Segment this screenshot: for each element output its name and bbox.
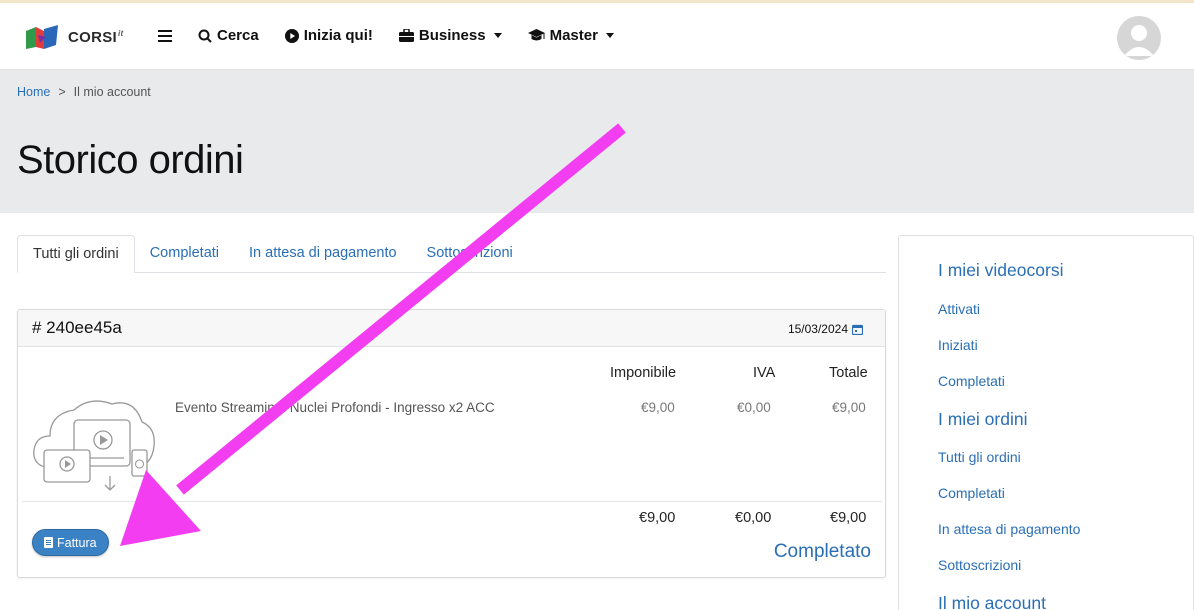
tab-in-attesa-di-pagamento[interactable]: In attesa di pagamento [234,235,412,273]
order-item-totale: €9,00 [832,400,866,415]
sidebar-heading-videocorsi[interactable]: I miei videocorsi [938,260,1063,281]
document-icon [44,537,53,548]
briefcase-icon [398,29,414,42]
sidebar-link-sottoscrizioni[interactable]: Sottoscrizioni [938,557,1021,573]
order-card-header: # 240ee45a 15/03/2024 [18,310,885,347]
account-sidebar: I miei videocorsi Attivati Iniziati Comp… [898,235,1194,610]
invoice-button[interactable]: Fattura [32,529,109,556]
order-item-iva: €0,00 [737,400,771,415]
nav-item-business[interactable]: Business [398,27,502,44]
order-id: # 240ee45a [32,318,122,337]
total-iva: €0,00 [735,510,772,526]
sidebar-link-videocorsi-completati[interactable]: Completati [938,373,1005,389]
sidebar-link-in-attesa-di-pagamento[interactable]: In attesa di pagamento [938,521,1080,537]
nav-item-master[interactable]: Master [527,27,614,44]
page-title: Storico ordini [17,138,244,182]
hamburger-icon [158,29,172,42]
nav-item-label: Business [418,27,486,44]
video-course-thumbnail-icon [33,400,155,491]
page-header: Home > Il mio account Storico ordini [0,70,1194,213]
logo-icon [26,25,58,49]
play-circle-icon [284,28,299,43]
user-avatar[interactable] [1117,16,1161,60]
column-header-totale: Totale [829,365,868,381]
column-header-iva: IVA [753,365,776,381]
tab-completati[interactable]: Completati [135,235,234,273]
nav-item-label: Cerca [217,27,259,44]
nav-item-label: Master [549,27,598,44]
brand-logo[interactable]: CORSIit [24,23,124,51]
order-date-text: 15/03/2024 [787,322,848,336]
sidebar-link-iniziati[interactable]: Iniziati [938,337,978,353]
breadcrumb: Home > Il mio account [17,85,151,99]
nav-menu: Cerca Inizia qui! Business Master [158,27,640,44]
tab-sottoscrizioni[interactable]: Sottoscrizioni [412,235,528,273]
nav-item-label: Inizia qui! [303,27,373,44]
tab-tutti-gli-ordini[interactable]: Tutti gli ordini [17,235,135,273]
order-status: Completato [773,541,871,562]
divider [22,501,882,502]
brand-name: CORSIit [68,28,124,46]
column-header-imponibile: Imponibile [610,365,677,381]
navbar: CORSIit Cerca Inizia qui! Business Maste… [0,3,1194,70]
sidebar-heading-account[interactable]: Il mio account [938,593,1046,610]
calendar-icon [852,324,863,335]
total-imponibile: €9,00 [639,510,676,526]
graduation-cap-icon [527,29,545,41]
sidebar-heading-ordini[interactable]: I miei ordini [938,409,1027,430]
search-icon [198,29,212,43]
order-item-imponibile: €9,00 [641,400,675,415]
breadcrumb-current: Il mio account [73,85,151,99]
sidebar-link-ordini-completati[interactable]: Completati [938,485,1005,501]
chevron-down-icon [493,33,502,38]
order-date: 15/03/2024 [788,322,863,336]
sidebar-link-tutti-gli-ordini[interactable]: Tutti gli ordini [938,449,1021,465]
breadcrumb-home-link[interactable]: Home [17,85,50,99]
total-totale: €9,00 [830,510,867,526]
chevron-down-icon [605,33,614,38]
order-card: # 240ee45a 15/03/2024 Imponibile IVA Tot… [17,309,886,578]
breadcrumb-separator: > [58,85,66,99]
order-item-name: Evento Streaming: Nuclei Profondi - Ingr… [175,400,495,415]
nav-item-inizia-qui[interactable]: Inizia qui! [284,27,373,44]
nav-item-cerca[interactable]: Cerca [198,27,259,44]
order-tabs: Tutti gli ordini Completati In attesa di… [17,235,886,273]
invoice-button-label: Fattura [57,535,97,550]
user-silhouette-icon [1124,25,1154,56]
menu-toggle-button[interactable] [158,29,172,42]
sidebar-link-attivati[interactable]: Attivati [938,301,980,317]
